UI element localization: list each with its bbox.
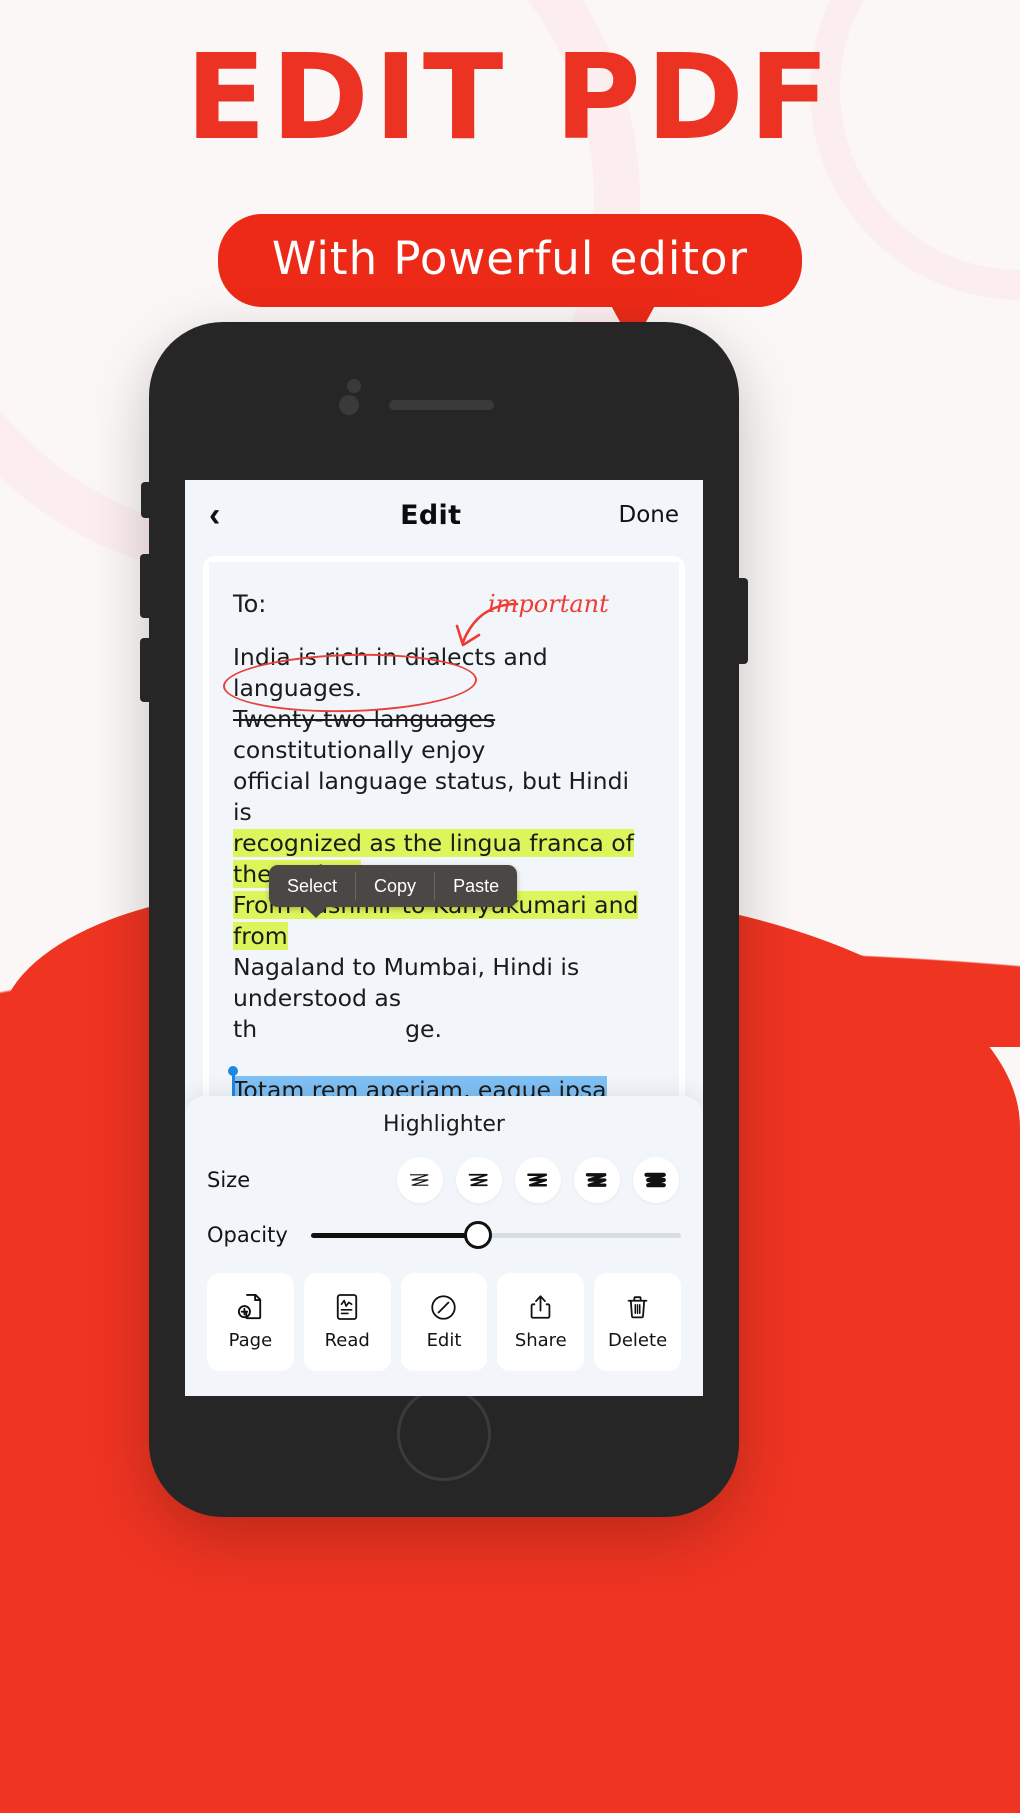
context-menu-select[interactable]: Select	[269, 865, 355, 907]
hero-badge-wrapper: With Powerful editor	[0, 214, 1020, 346]
tool-panel-title: Highlighter	[383, 1112, 505, 1137]
size-option-1[interactable]	[397, 1157, 443, 1203]
phone-volume-down-button	[140, 638, 149, 702]
phone-power-button	[739, 578, 748, 664]
phone-mockup: ‹ Edit Done To: important India is rich …	[140, 322, 748, 1517]
document-card: To: important India is rich in dialects …	[203, 556, 685, 1156]
text-context-menu[interactable]: Select Copy Paste	[269, 865, 518, 918]
toolbar-button-read[interactable]: Read	[303, 1273, 391, 1371]
hero-subtitle-badge: With Powerful editor	[217, 214, 803, 307]
share-icon	[530, 1295, 551, 1319]
toolbar-label: Read	[324, 1330, 370, 1351]
scribble-icon	[585, 1173, 607, 1187]
scribble-icon	[468, 1173, 488, 1187]
toolbar-label: Edit	[426, 1329, 462, 1351]
size-options-group	[305, 1157, 681, 1203]
screen-title: Edit	[400, 499, 462, 531]
phone-home-button	[397, 1387, 491, 1481]
size-option-3[interactable]	[515, 1157, 561, 1203]
highlighter-tool-panel: Highlighter Size Opacity Page Read Edit …	[185, 1096, 703, 1396]
edit-pen-circle-icon	[431, 1294, 457, 1320]
size-label: Size	[207, 1168, 251, 1192]
chevron-left-icon[interactable]: ‹	[209, 498, 243, 532]
toolbar-label: Share	[514, 1330, 567, 1351]
document-line-struck: Twenty-two languages constitutionally en…	[233, 704, 655, 766]
toolbar-button-share[interactable]: Share	[497, 1273, 585, 1371]
toolbar-label: Delete	[608, 1330, 668, 1351]
context-menu-copy[interactable]: Copy	[356, 865, 434, 907]
doc-text-suffix: ge.	[405, 1015, 442, 1043]
phone-mute-switch	[141, 482, 149, 518]
trash-icon	[627, 1296, 648, 1319]
toolbar-button-delete[interactable]: Delete	[594, 1273, 681, 1371]
document-line-partial: th ge.	[233, 1014, 655, 1045]
read-document-icon	[337, 1294, 358, 1320]
app-screen: ‹ Edit Done To: important India is rich …	[185, 480, 703, 1396]
strikethrough-text: Twenty-two languages	[233, 705, 496, 733]
toolbar-label: Page	[228, 1330, 273, 1351]
context-menu-tail	[305, 907, 327, 918]
size-option-4[interactable]	[574, 1157, 620, 1203]
document-line: official language status, but Hindi is	[233, 767, 630, 826]
opacity-slider[interactable]	[311, 1221, 681, 1249]
app-header: ‹ Edit Done	[185, 480, 703, 550]
annotation-label: important	[488, 590, 609, 618]
toolbar-button-page[interactable]: Page	[207, 1273, 294, 1371]
scribble-icon	[644, 1172, 666, 1188]
opacity-control-row: Opacity	[207, 1221, 681, 1249]
phone-front-camera	[339, 395, 359, 415]
document-line-rest: constitutionally enjoy	[233, 736, 486, 764]
document-page[interactable]: To: important India is rich in dialects …	[209, 562, 679, 1156]
phone-sensor	[347, 379, 361, 393]
slider-fill	[311, 1232, 478, 1238]
done-button[interactable]: Done	[618, 502, 679, 528]
scribble-icon	[527, 1173, 548, 1187]
toolbar-button-edit[interactable]: Edit	[400, 1273, 488, 1371]
document-line: Nagaland to Mumbai, Hindi is understood …	[233, 953, 580, 1012]
document-line: India is rich in dialects and languages.	[233, 643, 548, 702]
document-paragraph-1: important India is rich in dialects and …	[222, 590, 655, 1045]
page-add-icon	[238, 1294, 262, 1320]
doc-text-prefix: th	[233, 1015, 258, 1043]
opacity-label: Opacity	[207, 1223, 288, 1247]
size-option-5[interactable]	[633, 1157, 679, 1203]
phone-volume-up-button	[140, 554, 149, 618]
hero-section: EDIT PDF With Powerful editor	[0, 0, 1020, 346]
slider-thumb[interactable]	[463, 1221, 492, 1249]
size-option-2[interactable]	[456, 1157, 502, 1203]
page-title: EDIT PDF	[185, 28, 835, 166]
context-menu-paste[interactable]: Paste	[435, 865, 517, 907]
bottom-toolbar: Page Read Edit Share Delete	[207, 1273, 681, 1371]
phone-earpiece-speaker	[389, 400, 494, 410]
size-control-row: Size	[207, 1157, 681, 1203]
scribble-icon	[409, 1174, 429, 1186]
